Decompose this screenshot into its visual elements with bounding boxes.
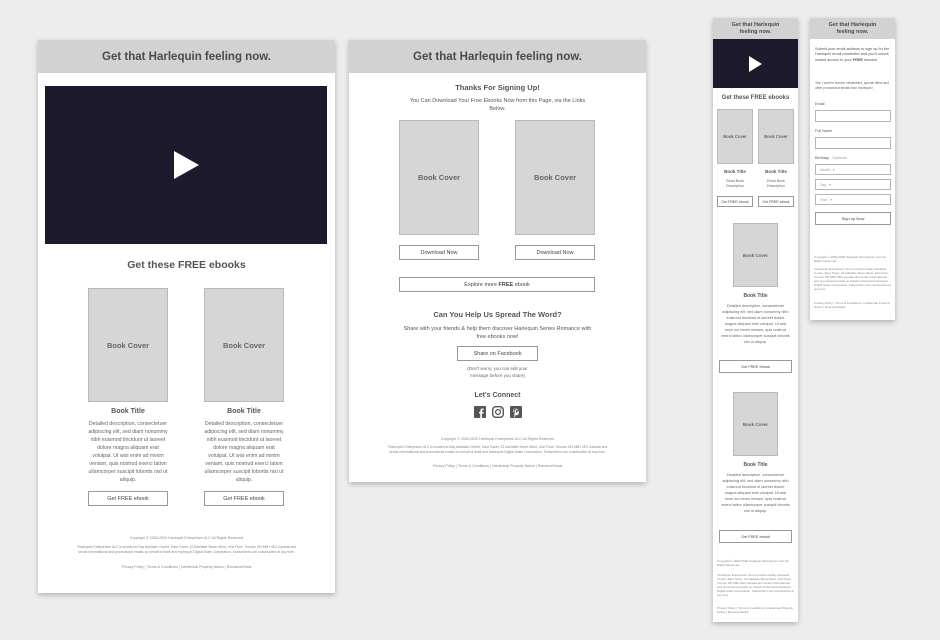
book-cover-1: Book Cover: [399, 120, 479, 235]
book-cover-2: Book Cover: [758, 109, 794, 164]
header-title: Get that Harlequin feeling now.: [413, 50, 582, 63]
spread-heading: Can You Help Us Spread The Word?: [433, 310, 562, 319]
book-description-2: Detailed description, consectetuer adipi…: [204, 421, 284, 483]
book-title-2: Book Title: [227, 408, 261, 415]
play-icon[interactable]: [749, 55, 762, 72]
download-button-1[interactable]: Download Now: [399, 245, 479, 260]
book-title-1: Book Title: [111, 408, 145, 415]
header-bar: Get that Harlequin feeling now.: [713, 18, 798, 39]
footer-copyright: Copyright © 2000-2020 Harlequin Enterpri…: [129, 536, 244, 540]
desktop-thankyou-panel: Get that Harlequin feeling now. Thanks F…: [349, 40, 646, 482]
chevron-down-icon: ▾: [832, 167, 835, 172]
year-select[interactable]: Year ▾: [815, 194, 891, 205]
download-button-2[interactable]: Download Now: [515, 245, 595, 260]
footer-links[interactable]: Privacy Policy | Terms & Conditions | In…: [38, 565, 335, 569]
footer-links[interactable]: Privacy Policy | Terms & Conditions | In…: [717, 606, 794, 614]
thanks-heading: Thanks For Signing Up!: [455, 83, 540, 92]
footer-links[interactable]: Privacy Policy | Terms & Conditions | In…: [349, 464, 646, 468]
header-title: Get that Harlequin feeling now.: [828, 22, 877, 35]
book-cover-3: Book Cover: [733, 223, 778, 287]
thanks-subtext: You Can Download Your Free Ebooks Now fr…: [409, 98, 586, 112]
footer-links[interactable]: Privacy Policy | Terms & Conditions | In…: [814, 301, 891, 309]
footer-address: *Harlequin Enterprises ULC is located at…: [76, 545, 297, 554]
full-name-field[interactable]: [815, 137, 891, 149]
pinterest-icon[interactable]: [510, 406, 522, 418]
sign-up-button[interactable]: Sign up Now: [815, 212, 891, 225]
chevron-down-icon: ▾: [829, 182, 831, 187]
book-title-1: Book Title: [724, 169, 746, 174]
book-short-description-2: Read Book Description: [767, 179, 785, 188]
connect-heading: Let's Connect: [474, 392, 521, 399]
free-ebooks-heading: Get these FREE ebooks: [721, 95, 790, 101]
month-select[interactable]: Month ▾: [815, 164, 891, 175]
header-bar: Get that Harlequin feeling now.: [38, 40, 335, 73]
desktop-landing-panel: Get that Harlequin feeling now. Get thes…: [38, 40, 335, 593]
book-cover-1: Book Cover: [88, 288, 168, 402]
footer-copyright: Copyright © 2000-2020 Harlequin Enterpri…: [440, 437, 555, 441]
footer-address: *Harlequin Enterprises ULC is located at…: [717, 573, 794, 597]
social-icons: [474, 406, 524, 419]
book-title-2: Book Title: [765, 169, 787, 174]
book-description-3: Detailed description, consectetuer adipi…: [721, 304, 790, 344]
consent-text[interactable]: Yes! I want to receive newsletters, spec…: [815, 81, 891, 90]
footer-address: *Harlequin Enterprises ULC is located at…: [387, 445, 608, 454]
mobile-signup-panel: Get that Harlequin feeling now. Submit y…: [810, 18, 895, 320]
book-cover-2: Book Cover: [515, 120, 595, 235]
email-label: Email: [815, 102, 825, 106]
footer-copyright: Copyright © 2000-2020 Harlequin Enterpri…: [717, 559, 789, 567]
share-facebook-button[interactable]: Share on Facebook: [457, 346, 538, 361]
day-select[interactable]: Day ▾: [815, 179, 891, 190]
birthday-label: Birthday - Optional: [815, 156, 847, 160]
get-free-ebook-button-2[interactable]: Get FREE ebook: [758, 196, 794, 207]
mobile-landing-panel: Get that Harlequin feeling now. Get thes…: [713, 18, 798, 622]
footer-copyright: Copyright © 2000-2020 Harlequin Enterpri…: [814, 255, 886, 263]
chevron-down-icon: ▾: [830, 197, 832, 202]
book-short-description-1: Read Book Description: [726, 179, 744, 188]
footer-address: *Harlequin Enterprises ULC is located at…: [814, 267, 891, 291]
get-free-ebook-button-4[interactable]: Get FREE ebook: [719, 530, 792, 543]
full-name-label: Full Name: [815, 129, 833, 133]
free-ebooks-heading: Get these FREE ebooks: [127, 259, 246, 271]
email-field[interactable]: [815, 110, 891, 122]
header-title: Get that Harlequin feeling now.: [731, 22, 780, 35]
signup-intro: Submit your email address to sign up for…: [815, 47, 890, 62]
header-title: Get that Harlequin feeling now.: [102, 50, 271, 63]
get-free-ebook-button-3[interactable]: Get FREE ebook: [719, 360, 792, 373]
instagram-icon[interactable]: [492, 406, 504, 418]
facebook-icon[interactable]: [474, 406, 486, 418]
get-free-ebook-button-1[interactable]: Get FREE ebook: [88, 491, 168, 506]
header-bar: Get that Harlequin feeling now.: [349, 40, 646, 73]
share-note: (Don't worry, you can edit your message …: [467, 366, 528, 378]
get-free-ebook-button-1[interactable]: Get FREE ebook: [717, 196, 753, 207]
header-bar: Get that Harlequin feeling now.: [810, 18, 895, 39]
play-icon[interactable]: [173, 151, 199, 179]
video-player[interactable]: [713, 39, 798, 88]
spread-text: Share with your friends & help them disc…: [403, 326, 592, 340]
video-player[interactable]: [45, 86, 327, 244]
explore-more-button[interactable]: Explore more FREE ebook: [399, 277, 595, 292]
get-free-ebook-button-2[interactable]: Get FREE ebook: [204, 491, 284, 506]
book-cover-2: Book Cover: [204, 288, 284, 402]
book-cover-4: Book Cover: [733, 392, 778, 456]
book-title-3: Book Title: [743, 293, 768, 299]
book-description-1: Detailed description, consectetuer adipi…: [88, 421, 168, 483]
book-cover-1: Book Cover: [717, 109, 753, 164]
book-title-4: Book Title: [743, 462, 768, 468]
book-description-4: Detailed description, consectetuer adipi…: [721, 473, 790, 513]
